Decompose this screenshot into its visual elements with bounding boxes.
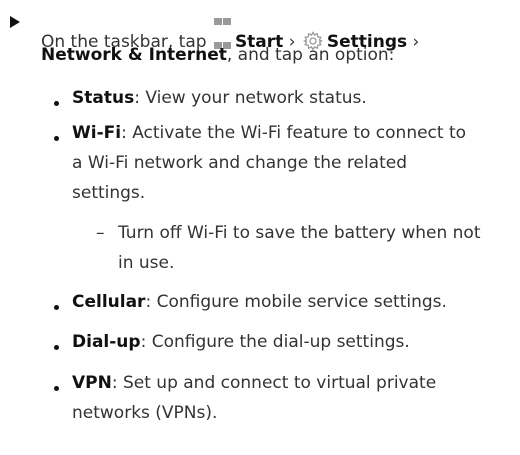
item-line: Dial-up: Configure the dial-up settings. bbox=[72, 330, 410, 354]
item-line: VPN: Set up and connect to virtual priva… bbox=[72, 371, 436, 395]
item-term: Dial-up bbox=[72, 332, 141, 352]
network-label: Network & Internet bbox=[41, 45, 227, 65]
item-line: Status: View your network status. bbox=[72, 86, 367, 110]
item-line: Cellular: Configure mobile service setti… bbox=[72, 290, 447, 314]
bullet-icon bbox=[54, 136, 59, 141]
item-term: VPN bbox=[72, 373, 112, 393]
item-desc: : Activate the Wi-Fi feature to connect … bbox=[121, 123, 467, 143]
sub-line: Turn off Wi-Fi to save the battery when … bbox=[118, 223, 481, 243]
item-desc: : Set up and connect to virtual private bbox=[111, 373, 437, 393]
item-line: settings. bbox=[72, 183, 146, 203]
dash-marker: – bbox=[96, 223, 105, 243]
step-arrow-icon bbox=[10, 16, 20, 28]
step-suffix: , and tap an option: bbox=[226, 45, 395, 65]
item-line: a Wi-Fi network and change the related bbox=[72, 153, 408, 173]
item-line: Wi-Fi: Activate the Wi-Fi feature to con… bbox=[72, 121, 466, 145]
bullet-icon bbox=[54, 305, 59, 310]
item-term: Wi-Fi bbox=[72, 123, 122, 143]
bullet-icon bbox=[54, 386, 59, 391]
item-desc: : View your network status. bbox=[134, 88, 367, 108]
item-term: Status bbox=[72, 88, 135, 108]
separator: › bbox=[407, 32, 420, 52]
sub-line: in use. bbox=[118, 253, 175, 273]
step-line-2: Network & Internet, and tap an option: bbox=[41, 43, 394, 67]
document-page: On the taskbar, tap Start › Settings › N… bbox=[0, 0, 520, 455]
bullet-icon bbox=[54, 101, 59, 106]
bullet-icon bbox=[54, 345, 59, 350]
item-line: networks (VPNs). bbox=[72, 403, 218, 423]
item-desc: : Configure the dial-up settings. bbox=[140, 332, 410, 352]
item-desc: : Configure mobile service settings. bbox=[145, 292, 447, 312]
item-term: Cellular bbox=[72, 292, 146, 312]
